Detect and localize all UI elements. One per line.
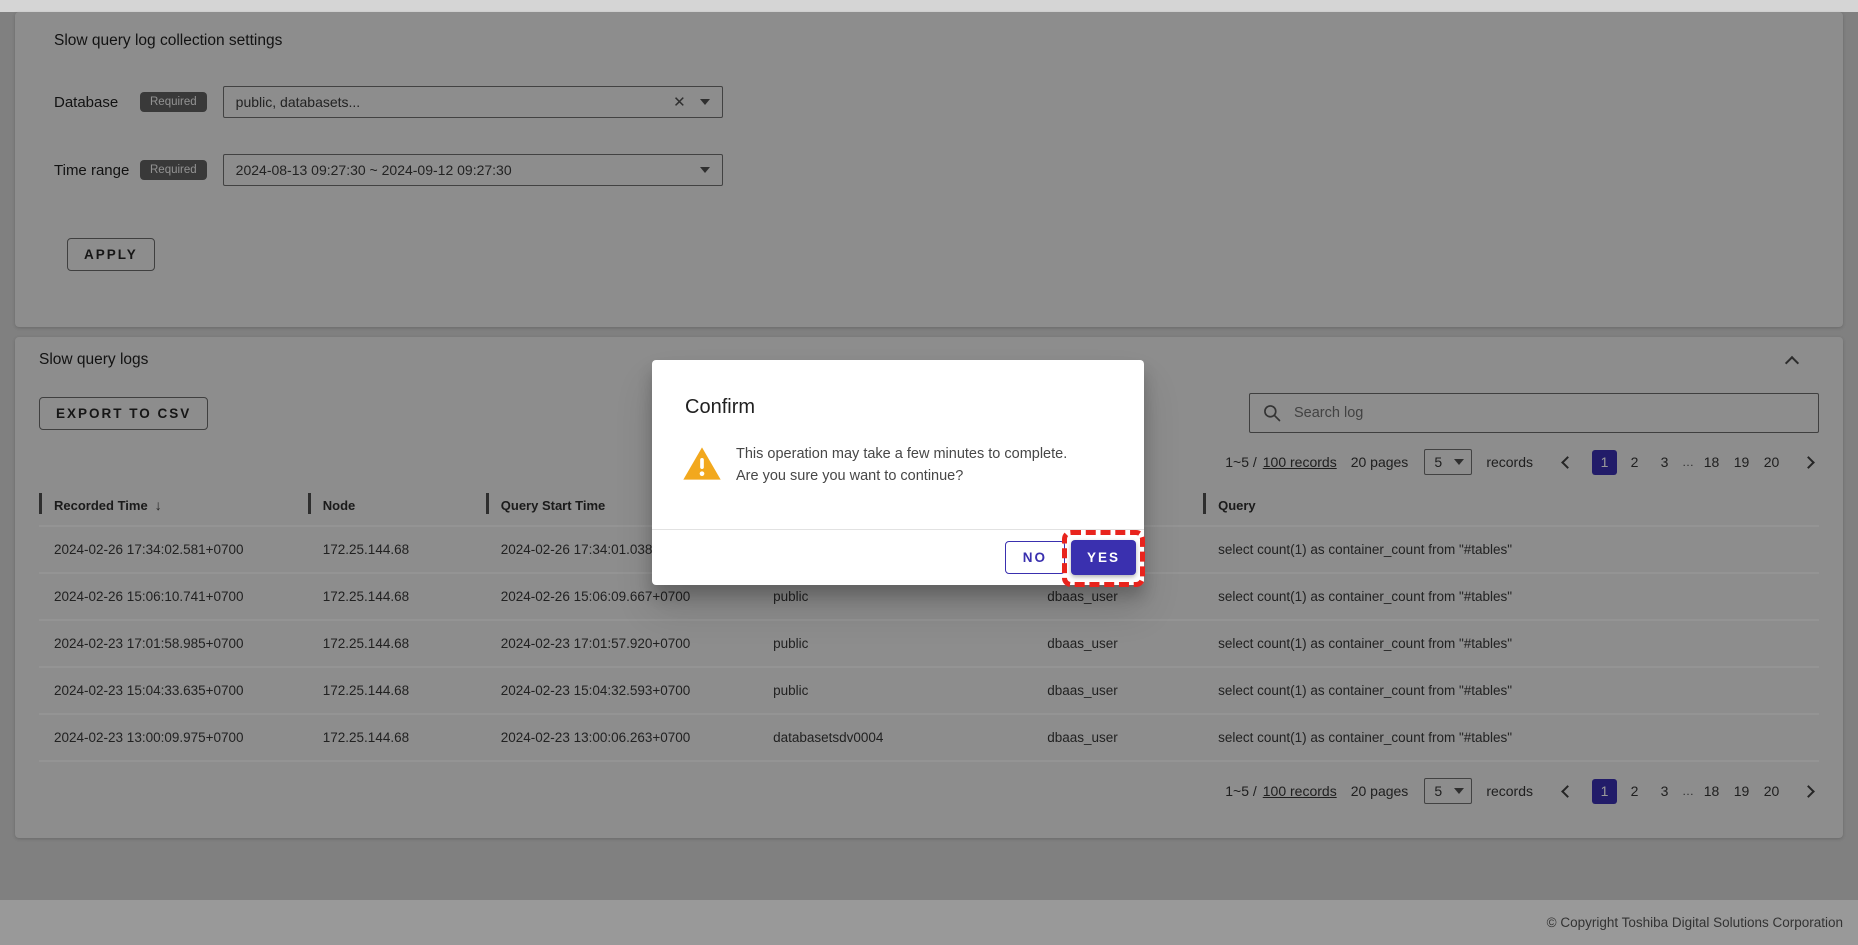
no-button[interactable]: NO [1004,541,1065,574]
confirm-dialog: Confirm This operation may take a few mi… [652,360,1145,587]
dialog-message-line1: This operation may take a few minutes to… [736,446,1068,462]
warning-icon [683,447,721,480]
dialog-title: Confirm [685,396,756,418]
yes-button[interactable]: YES [1070,540,1136,575]
dialog-message-line2: Are you sure you want to continue? [736,468,964,484]
